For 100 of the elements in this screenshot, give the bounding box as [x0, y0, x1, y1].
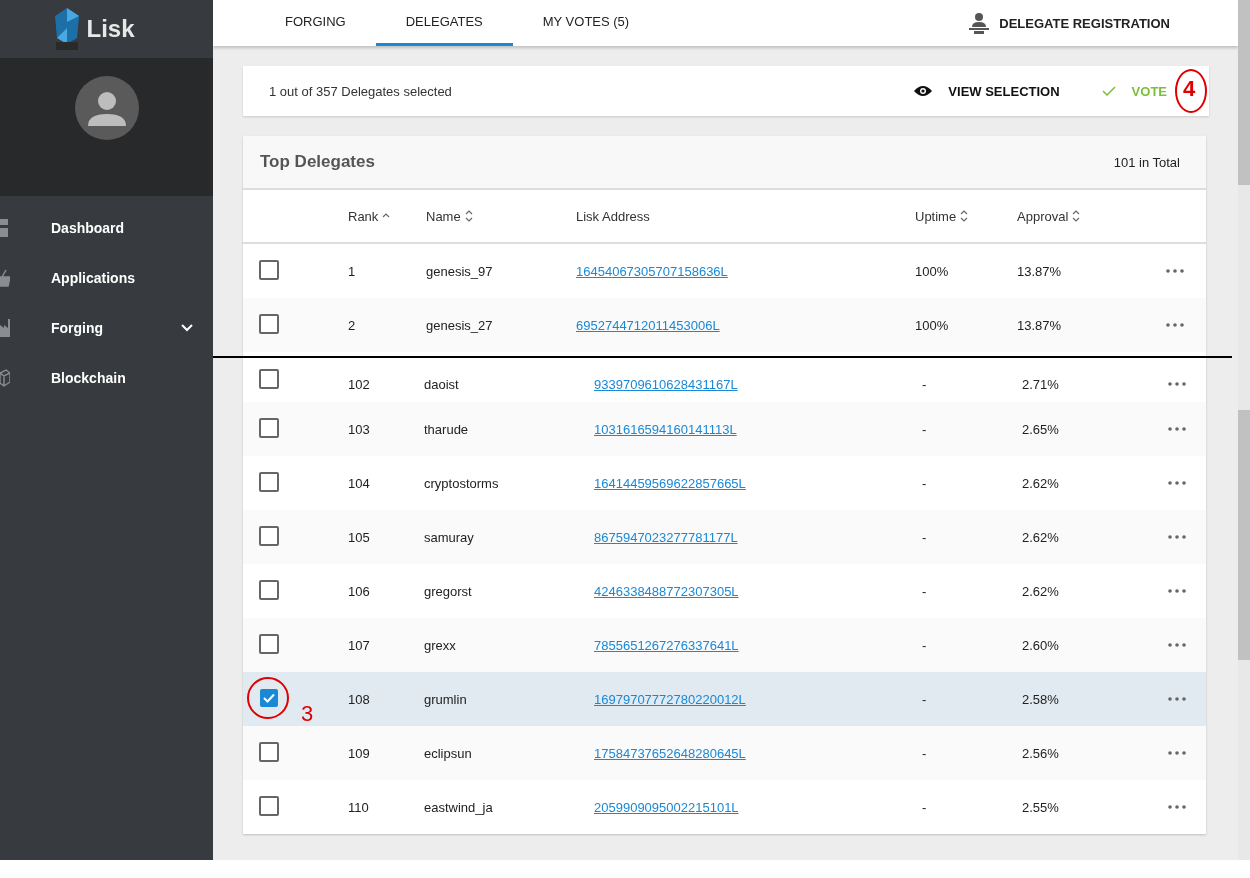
approval-cell-text: 2.62%: [1022, 529, 1060, 545]
address-link[interactable]: 9339709610628431167L: [594, 377, 738, 392]
more-icon[interactable]: [1168, 535, 1186, 539]
eye-icon: [914, 85, 933, 97]
approval-cell-text: 2.71%: [1022, 377, 1060, 392]
approval-cell-text: 2.65%: [1022, 421, 1060, 437]
check-icon: [1101, 86, 1116, 96]
rank-cell-text: 105: [348, 529, 371, 545]
approval-cell-text: 13.87%: [1017, 317, 1063, 333]
approval-cell-text: 2.58%: [1022, 691, 1060, 707]
name-cell-text: gregorst: [424, 583, 473, 599]
selection-summary: 1 out of 357 Delegates selected: [269, 83, 453, 99]
more-icon[interactable]: [1168, 382, 1186, 386]
address-link[interactable]: 2059909095002215101L: [594, 799, 739, 815]
more-icon[interactable]: [1168, 427, 1186, 431]
name-cell-text: tharude: [424, 421, 470, 437]
approval-cell-text: 2.56%: [1022, 745, 1060, 761]
checkbox[interactable]: [259, 471, 279, 492]
tab[interactable]: MY VOTES (5): [512, 0, 660, 46]
uptime-cell-text: -: [922, 691, 928, 707]
checkbox[interactable]: [259, 525, 279, 546]
uptime-cell-text: -: [922, 637, 928, 653]
tab[interactable]: DELEGATES: [375, 0, 513, 46]
nav-item[interactable]: Applications: [0, 253, 213, 303]
checkbox[interactable]: [259, 579, 279, 600]
logo-icon: [54, 8, 81, 50]
name-cell-text: genesis_97: [426, 263, 494, 279]
checkbox[interactable]: [259, 417, 279, 438]
column-header[interactable]: Rank: [348, 208, 379, 224]
checkbox[interactable]: [259, 687, 279, 708]
rank-cell-text: 104: [348, 475, 371, 491]
rank-cell-text: 102: [348, 377, 371, 392]
uptime-cell-text: -: [922, 421, 928, 437]
more-icon[interactable]: [1168, 751, 1186, 755]
name-cell-text: grexx: [424, 637, 457, 653]
rank-cell-text: 1: [348, 263, 357, 279]
rank-cell-text: 103: [348, 421, 371, 437]
address-link[interactable]: 16454067305707158636L: [576, 263, 728, 279]
approval-cell-text: 2.62%: [1022, 475, 1060, 491]
more-icon[interactable]: [1166, 269, 1184, 273]
nav-icon: [0, 269, 10, 287]
logo-text: Lisk: [86, 15, 135, 43]
more-icon[interactable]: [1166, 323, 1184, 327]
address-link[interactable]: 8675947023277781177L: [594, 529, 738, 545]
checkbox[interactable]: [259, 741, 279, 762]
column-header[interactable]: Uptime: [915, 208, 957, 224]
more-icon[interactable]: [1168, 589, 1186, 593]
annotation-circle: [1175, 68, 1207, 113]
approval-cell-text: 13.87%: [1017, 263, 1063, 279]
tab[interactable]: FORGING: [255, 0, 376, 46]
column-header[interactable]: Name: [426, 208, 461, 224]
rank-cell-text: 108: [348, 691, 371, 707]
nav-item[interactable]: Blockchain: [0, 353, 213, 403]
nav-icon: [0, 369, 10, 387]
checkbox[interactable]: [259, 795, 279, 816]
approval-cell-text: 2.55%: [1022, 799, 1060, 815]
delegate-registration-button[interactable]: DELEGATE REGISTRATION: [963, 0, 1176, 46]
chevron-down-icon: [181, 324, 193, 332]
rank-cell-text: 106: [348, 583, 371, 599]
person-icon: [969, 12, 990, 34]
name-cell-text: eclipsun: [424, 745, 473, 761]
column-header[interactable]: Approval: [1017, 208, 1069, 224]
approval-cell-text: 2.62%: [1022, 583, 1060, 599]
checkbox[interactable]: [259, 369, 279, 389]
view-selection-button[interactable]: VIEW SELECTION: [908, 82, 1066, 100]
rank-cell-text: 107: [348, 637, 371, 653]
scrollbar[interactable]: [1238, 0, 1250, 860]
rank-cell-text: 109: [348, 745, 371, 761]
name-cell-text: samuray: [424, 529, 475, 545]
address-link[interactable]: 1031616594160141113L: [594, 421, 737, 437]
nav-icon: [0, 219, 10, 237]
address-link[interactable]: 7855651267276337641L: [594, 637, 739, 653]
nav-item[interactable]: Dashboard: [0, 203, 213, 253]
more-icon[interactable]: [1168, 481, 1186, 485]
uptime-cell-text: -: [922, 799, 928, 815]
address-link[interactable]: 16414459569622857665L: [594, 475, 746, 491]
avatar-icon: [74, 76, 139, 140]
nav-item[interactable]: Forging: [0, 303, 213, 353]
more-icon[interactable]: [1168, 643, 1186, 647]
address-link[interactable]: 6952744712011453006L: [576, 317, 720, 333]
uptime-cell-text: -: [922, 583, 928, 599]
checkbox[interactable]: [259, 633, 279, 654]
annotation-circle: [247, 676, 289, 719]
address-link[interactable]: 17584737652648280645L: [594, 745, 746, 761]
uptime-cell-text: -: [922, 529, 928, 545]
annotation-number: 4: [1183, 75, 1196, 102]
name-cell-text: eastwind_ja: [424, 799, 494, 815]
rank-cell-text: 2: [348, 317, 357, 333]
approval-cell-text: 2.60%: [1022, 637, 1060, 653]
annotation-number: 3: [301, 700, 314, 727]
more-icon[interactable]: [1168, 805, 1186, 809]
address-link[interactable]: 4246338488772307305L: [594, 583, 739, 599]
checkbox[interactable]: [259, 259, 279, 280]
uptime-cell-text: -: [922, 745, 928, 761]
rank-cell-text: 110: [348, 799, 370, 815]
uptime-cell-text: 100%: [915, 317, 950, 333]
checkbox[interactable]: [259, 313, 279, 334]
name-cell-text: grumlin: [424, 691, 468, 707]
table-title: Top Delegates: [260, 152, 376, 172]
more-icon[interactable]: [1168, 697, 1186, 701]
